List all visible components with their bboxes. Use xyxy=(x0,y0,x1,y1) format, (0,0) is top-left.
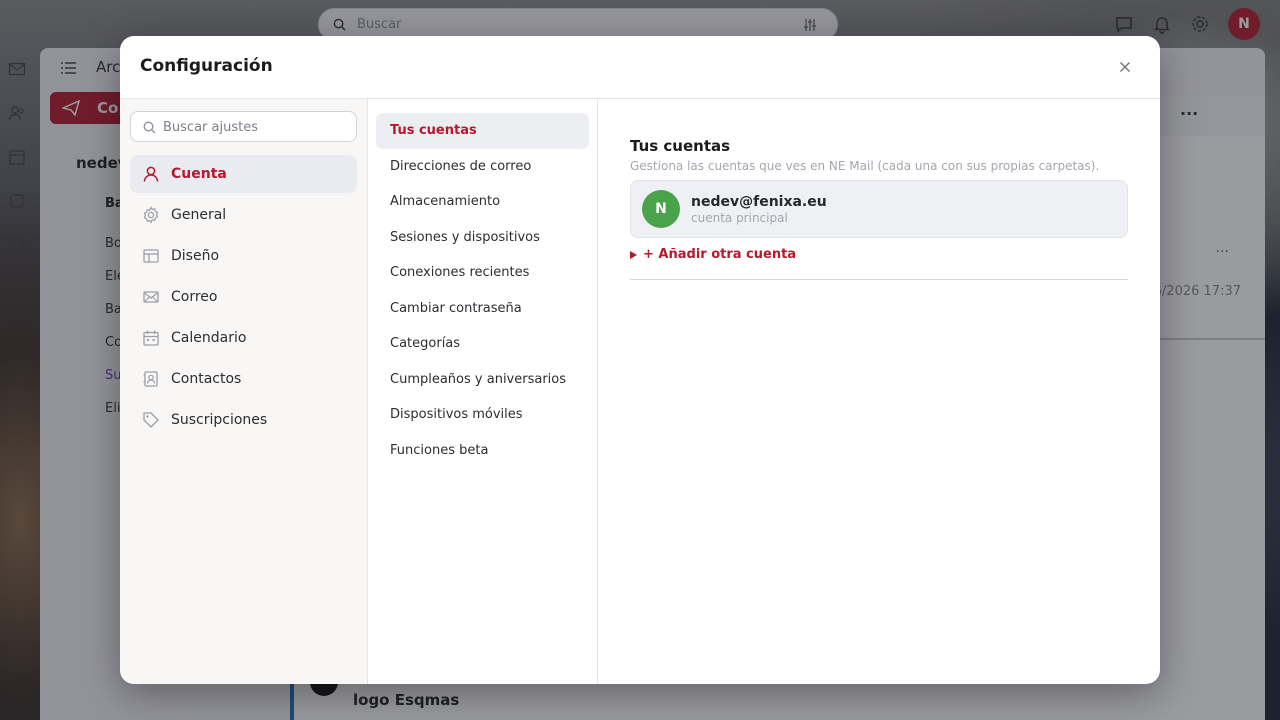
category-list: Cuenta General Diseño Correo Calendario … xyxy=(130,155,357,442)
account-card[interactable]: N nedev@fenixa.eu cuenta principal xyxy=(630,180,1128,238)
account-avatar: N xyxy=(642,190,680,228)
calendar-icon xyxy=(143,330,159,346)
mail-icon xyxy=(143,291,159,303)
category-label: Correo xyxy=(171,289,218,305)
category-correo[interactable]: Correo xyxy=(130,278,357,316)
expand-triangle-icon xyxy=(630,250,637,259)
tag-icon xyxy=(143,412,159,428)
category-diseno[interactable]: Diseño xyxy=(130,237,357,275)
subsection-funciones-beta[interactable]: Funciones beta xyxy=(376,433,589,469)
subsection-list: Tus cuentas Direcciones de correo Almace… xyxy=(376,113,589,468)
settings-search-field[interactable] xyxy=(130,111,357,142)
subsection-cumpleanos[interactable]: Cumpleaños y aniversarios xyxy=(376,362,589,398)
gear-icon xyxy=(143,206,159,224)
account-email: nedev@fenixa.eu xyxy=(691,194,827,210)
section-description: Gestiona las cuentas que ves en NE Mail … xyxy=(630,159,1100,173)
search-icon xyxy=(143,121,156,134)
category-label: General xyxy=(171,207,227,223)
layout-icon xyxy=(143,249,159,263)
subsection-cambiar-contrasena[interactable]: Cambiar contraseña xyxy=(376,291,589,327)
dialog-header: Configuración xyxy=(120,36,1160,99)
category-label: Contactos xyxy=(171,371,242,387)
settings-subsections-panel: Tus cuentas Direcciones de correo Almace… xyxy=(368,99,598,684)
settings-categories-panel: Cuenta General Diseño Correo Calendario … xyxy=(120,99,368,684)
subsection-almacenamiento[interactable]: Almacenamiento xyxy=(376,184,589,220)
subsection-categorias[interactable]: Categorías xyxy=(376,326,589,362)
section-divider xyxy=(630,279,1128,280)
add-account-link[interactable]: + Añadir otra cuenta xyxy=(630,247,796,262)
category-general[interactable]: General xyxy=(130,196,357,234)
subsection-tus-cuentas[interactable]: Tus cuentas xyxy=(376,113,589,149)
account-role: cuenta principal xyxy=(691,211,788,225)
settings-dialog: Configuración Cuenta General Diseño xyxy=(120,36,1160,684)
settings-search-input[interactable] xyxy=(163,117,349,137)
category-label: Suscripciones xyxy=(171,412,268,428)
category-label: Calendario xyxy=(171,330,247,346)
section-title: Tus cuentas xyxy=(630,137,731,155)
dialog-title: Configuración xyxy=(140,56,273,76)
subsection-sesiones-y-dispositivos[interactable]: Sesiones y dispositivos xyxy=(376,220,589,256)
user-icon xyxy=(143,166,159,182)
subsection-conexiones-recientes[interactable]: Conexiones recientes xyxy=(376,255,589,291)
category-label: Cuenta xyxy=(171,166,227,182)
category-calendario[interactable]: Calendario xyxy=(130,319,357,357)
subsection-dispositivos-moviles[interactable]: Dispositivos móviles xyxy=(376,397,589,433)
add-account-label: + Añadir otra cuenta xyxy=(643,247,797,262)
category-cuenta[interactable]: Cuenta xyxy=(130,155,357,193)
subsection-direcciones-de-correo[interactable]: Direcciones de correo xyxy=(376,149,589,185)
settings-content-panel: Tus cuentas Gestiona las cuentas que ves… xyxy=(598,99,1160,684)
contacts-icon xyxy=(143,371,158,387)
category-contactos[interactable]: Contactos xyxy=(130,360,357,398)
category-suscripciones[interactable]: Suscripciones xyxy=(130,401,357,439)
close-button[interactable] xyxy=(1114,56,1136,78)
close-icon xyxy=(1119,61,1131,73)
category-label: Diseño xyxy=(171,248,220,264)
